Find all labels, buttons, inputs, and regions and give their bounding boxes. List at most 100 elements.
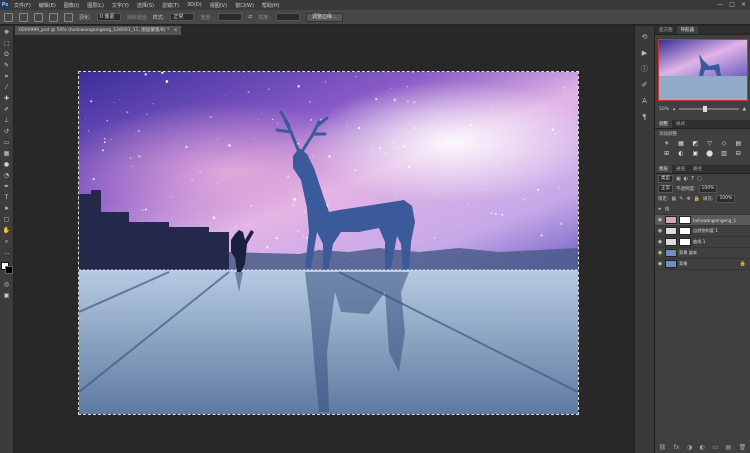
tab-channels[interactable]: 通道 xyxy=(672,165,689,173)
menu-window[interactable]: 窗口(W) xyxy=(231,2,258,9)
menu-filter[interactable]: 滤镜(T) xyxy=(158,2,183,9)
height-input[interactable] xyxy=(275,13,300,21)
filter-type-icon[interactable]: T xyxy=(691,176,694,182)
menu-layer[interactable]: 图层(L) xyxy=(83,2,108,9)
width-input[interactable] xyxy=(218,13,243,21)
hand-tool-icon[interactable]: ✋ xyxy=(2,226,12,235)
filter-adjust-icon[interactable]: ◐ xyxy=(684,176,688,182)
filter-pixel-icon[interactable]: ▣ xyxy=(676,176,681,182)
tab-paths[interactable]: 路径 xyxy=(689,165,706,173)
zoom-in-icon[interactable]: ▲ xyxy=(743,107,746,112)
levels-icon[interactable]: ▦ xyxy=(675,140,686,148)
zoom-value[interactable]: 50% xyxy=(659,107,669,112)
photo-filter-icon[interactable]: ▣ xyxy=(690,150,701,158)
menu-help[interactable]: 帮助(H) xyxy=(258,2,284,9)
tab-adjustments[interactable]: 调整 xyxy=(655,120,672,128)
layer-group-row[interactable]: ▸ 组 xyxy=(655,204,750,215)
curves-icon[interactable]: ◩ xyxy=(690,140,701,148)
color-swatches[interactable] xyxy=(0,262,13,274)
background-color[interactable] xyxy=(4,266,13,274)
new-layer-icon[interactable]: ▤ xyxy=(725,444,731,451)
brush-tool-icon[interactable]: ✐ xyxy=(2,105,12,114)
color-balance-icon[interactable]: ⊞ xyxy=(661,150,672,158)
zoom-slider-knob[interactable] xyxy=(702,106,707,112)
maximize-icon[interactable]: □ xyxy=(729,1,735,8)
quick-mask-icon[interactable]: ◎ xyxy=(2,280,12,289)
visibility-eye-icon[interactable]: ◉ xyxy=(657,239,663,245)
blend-mode-select[interactable]: 正常 xyxy=(658,185,673,193)
tab-layers[interactable]: 图层 xyxy=(655,165,672,173)
visibility-eye-icon[interactable]: ◉ xyxy=(657,261,663,267)
history-brush-icon[interactable]: ↺ xyxy=(2,127,12,136)
filter-shape-icon[interactable]: ▢ xyxy=(697,176,702,182)
artwork-image[interactable] xyxy=(78,71,579,415)
shape-tool-icon[interactable]: ▢ xyxy=(2,215,12,224)
minimize-icon[interactable]: — xyxy=(717,1,723,8)
channel-mixer-icon[interactable]: ⬤ xyxy=(704,150,715,158)
subtract-selection-icon[interactable] xyxy=(49,12,58,22)
invert-icon[interactable]: ⊟ xyxy=(733,150,744,158)
layer-row[interactable]: ◉ 背景 副本 xyxy=(655,248,750,259)
lock-transparency-icon[interactable]: ▦ xyxy=(672,196,677,202)
add-mask-icon[interactable]: ◑ xyxy=(687,444,692,451)
move-tool-icon[interactable]: ✥ xyxy=(2,28,12,37)
pen-tool-icon[interactable]: ✒ xyxy=(2,182,12,191)
lock-position-icon[interactable]: ✥ xyxy=(686,196,690,202)
document-tab[interactable]: 0000999_psd @ 50% (heliowangeingeng_1260… xyxy=(15,26,182,35)
menu-image[interactable]: 图像(I) xyxy=(60,2,83,9)
layer-style-icon[interactable]: fx xyxy=(674,444,680,451)
feather-input[interactable]: 0 像素 xyxy=(96,13,121,21)
layer-row[interactable]: ◉ 自然饱和度 1 xyxy=(655,226,750,237)
swap-icon[interactable]: ⇄ xyxy=(248,14,252,20)
style-select[interactable]: 正常 xyxy=(170,13,195,21)
kind-filter-select[interactable]: 类型 xyxy=(658,175,673,183)
new-adjustment-icon[interactable]: ◐ xyxy=(700,444,705,451)
tab-histogram[interactable]: 直方图 xyxy=(655,26,677,34)
path-select-icon[interactable]: ➤ xyxy=(2,204,12,213)
visibility-eye-icon[interactable]: ◉ xyxy=(657,217,663,223)
new-selection-icon[interactable] xyxy=(19,12,28,22)
intersect-selection-icon[interactable] xyxy=(64,12,73,22)
refine-edge-button[interactable]: 调整边缘... xyxy=(305,12,343,22)
marquee-tool-icon[interactable] xyxy=(4,12,13,22)
lock-pixels-icon[interactable]: ✎ xyxy=(679,196,683,202)
visibility-icon[interactable]: ▸ xyxy=(657,206,663,212)
opacity-input[interactable]: 100% xyxy=(698,185,718,193)
menu-file[interactable]: 文件(F) xyxy=(10,2,35,9)
hue-icon[interactable]: ▤ xyxy=(733,140,744,148)
menu-select[interactable]: 选择(S) xyxy=(133,2,158,9)
color-lookup-icon[interactable]: ▥ xyxy=(718,150,729,158)
quick-select-tool-icon[interactable]: ✎ xyxy=(2,61,12,70)
menu-edit[interactable]: 编辑(E) xyxy=(35,2,60,9)
zoom-tool-icon[interactable]: ⌕ xyxy=(2,237,12,246)
black-white-icon[interactable]: ◐ xyxy=(675,150,686,158)
vibrance-icon[interactable]: ▽ xyxy=(704,140,715,148)
healing-tool-icon[interactable]: ✚ xyxy=(2,94,12,103)
tab-navigator[interactable]: 导航器 xyxy=(676,26,698,34)
gradient-tool-icon[interactable]: ▦ xyxy=(2,149,12,158)
zoom-out-icon[interactable]: ▴ xyxy=(673,107,675,112)
more-tools-icon[interactable]: … xyxy=(2,248,12,257)
history-icon[interactable]: ⟲ xyxy=(639,32,651,42)
delete-layer-icon[interactable]: 🗑 xyxy=(739,444,747,451)
paragraph-icon[interactable]: ¶ xyxy=(639,112,651,122)
blur-tool-icon[interactable]: ● xyxy=(2,160,12,169)
layer-row[interactable]: ◉ 背景 🔒 xyxy=(655,259,750,270)
marquee-tool-icon[interactable]: ⬚ xyxy=(2,39,12,48)
dodge-tool-icon[interactable]: ◔ xyxy=(2,171,12,180)
navigator-thumbnail[interactable] xyxy=(657,39,748,101)
zoom-slider[interactable] xyxy=(679,106,739,112)
menu-3d[interactable]: 3D(D) xyxy=(183,2,206,8)
brightness-icon[interactable]: ☀ xyxy=(661,140,672,148)
close-icon[interactable]: ✕ xyxy=(741,1,746,8)
crop-tool-icon[interactable]: ⌗ xyxy=(2,72,12,81)
visibility-eye-icon[interactable]: ◉ xyxy=(657,228,663,234)
canvas-area[interactable] xyxy=(15,35,634,453)
visibility-eye-icon[interactable]: ◉ xyxy=(657,250,663,256)
close-tab-icon[interactable]: × xyxy=(174,28,178,33)
layer-row[interactable]: ◉ heliowangeingeng_1 xyxy=(655,215,750,226)
layer-row[interactable]: ◉ 曲线 1 xyxy=(655,237,750,248)
eyedropper-tool-icon[interactable]: ⁄ xyxy=(2,83,12,92)
brush-preset-icon[interactable]: ✐ xyxy=(639,80,651,90)
link-layers-icon[interactable]: ⛓ xyxy=(659,444,667,451)
